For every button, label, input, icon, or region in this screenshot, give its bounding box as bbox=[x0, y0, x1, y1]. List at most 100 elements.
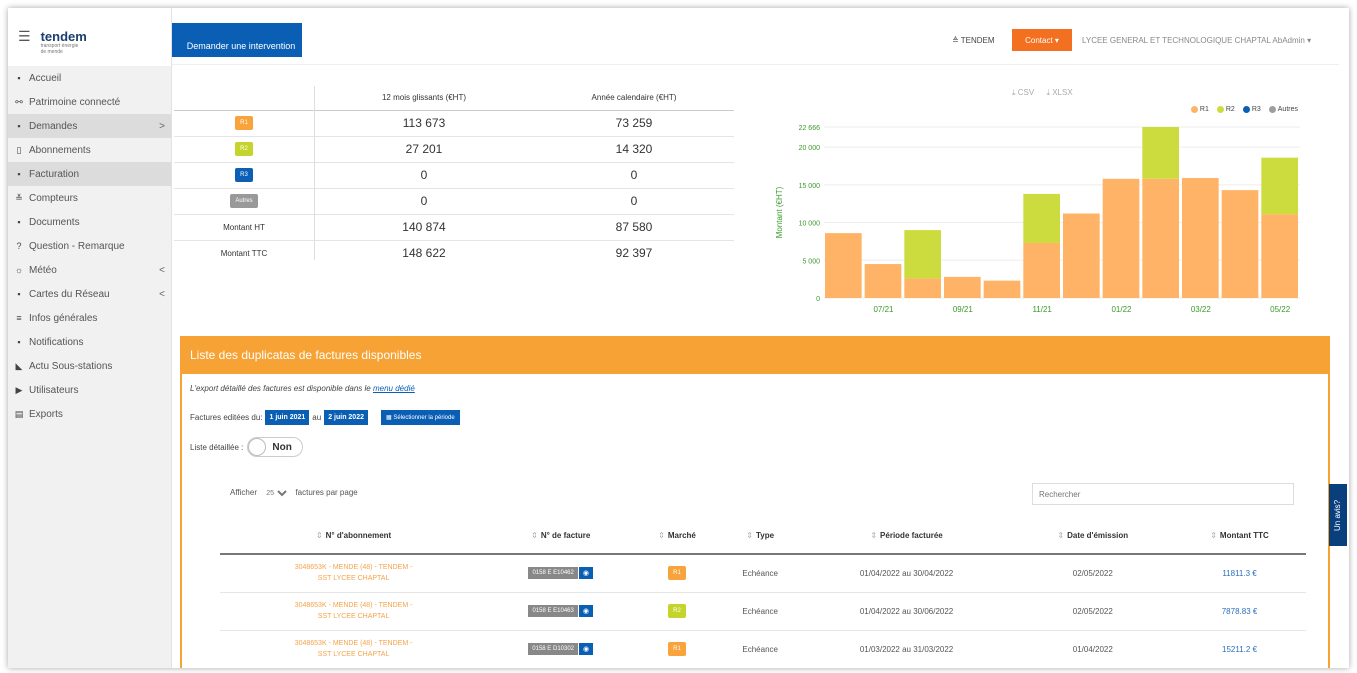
column-header[interactable]: ⇕ Date d'émission bbox=[1012, 518, 1174, 555]
issue-date-cell: 01/04/2022 bbox=[1012, 630, 1174, 668]
y-axis-label: Montant (€HT) bbox=[775, 186, 784, 238]
summary-rolling-value: 148 622 bbox=[402, 246, 446, 261]
column-header[interactable]: ⇕ Type bbox=[719, 518, 801, 555]
summary-row-label: R2 bbox=[174, 136, 314, 163]
amount-cell[interactable]: 11811.3 € bbox=[1173, 554, 1306, 593]
bar-r1 bbox=[1261, 214, 1298, 298]
sidebar-item-label: Notifications bbox=[29, 336, 84, 348]
sidebar-item[interactable]: ? Question - Remarque bbox=[8, 234, 171, 258]
table-row[interactable]: 3048653K - MENDE (48) - TENDEM - SST LYCE… bbox=[220, 630, 1306, 668]
monthly-chart: ⤓ CSV ⤓ XLSX R1 R2 R3 Autres 05 000 10 000 15… bbox=[760, 86, 1302, 318]
bar-r1 bbox=[1182, 178, 1219, 298]
date-from-chip[interactable]: 1 juin 2021 bbox=[265, 410, 310, 425]
sidebar-item-label: Accueil bbox=[29, 72, 62, 84]
sidebar-item[interactable]: ▯ Abonnements bbox=[8, 138, 171, 162]
tendem-link[interactable]: ≜ TENDEM bbox=[952, 36, 995, 45]
subscription-line-2: SST LYCEE CHAPTAL bbox=[317, 651, 390, 658]
view-eye-icon[interactable]: ◉ bbox=[578, 567, 593, 580]
sidebar-item[interactable]: ▪ Accueil bbox=[8, 66, 171, 90]
sidebar-item-label: Infos générales bbox=[29, 312, 98, 324]
logo[interactable]: tendem transport énergie de mende bbox=[41, 30, 87, 55]
summary-row: Montant TTC 148 622 92 397 bbox=[174, 240, 734, 266]
summary-divider bbox=[314, 86, 315, 260]
summary-header-calendar: Année calendaire (€HT) bbox=[534, 86, 734, 111]
column-header[interactable]: ⇕ Marché bbox=[634, 518, 720, 555]
subscription-cell[interactable]: 3048653K - MENDE (48) - TENDEM - SST LYCE… bbox=[220, 592, 488, 631]
sidebar-item-label: Abonnements bbox=[29, 144, 91, 156]
page-size-select[interactable]: 25 bbox=[262, 489, 291, 498]
period-cell: 01/04/2022 au 30/04/2022 bbox=[800, 554, 1013, 593]
sidebar-item[interactable]: ▶ Utilisateurs bbox=[8, 378, 171, 402]
export-note-text: L'export détaillé des factures est dispo… bbox=[190, 384, 371, 393]
subscription-cell[interactable]: 3048653K - MENDE (48) - TENDEM - SST LYCE… bbox=[220, 630, 488, 668]
top-divider bbox=[172, 64, 1339, 65]
user-menu[interactable]: LYCEE GENERAL ET TECHNOLOGIQUE CHAPTAL A… bbox=[1082, 36, 1311, 45]
summary-rolling-value: 0 bbox=[314, 188, 534, 215]
sort-icon: ⇕ bbox=[1057, 531, 1065, 540]
market-cell: R2 bbox=[634, 592, 720, 631]
hamburger-menu-icon[interactable]: ☰ bbox=[18, 29, 31, 43]
issue-date-cell: 02/05/2022 bbox=[1012, 592, 1174, 631]
sidebar-item[interactable]: ☼ Météo < bbox=[8, 258, 171, 282]
invoice-number-cell: 0158 E E10462 ◉ bbox=[487, 554, 635, 593]
sidebar-item[interactable]: ≡ Infos générales bbox=[8, 306, 171, 330]
sidebar-item[interactable]: ▪ Facturation bbox=[8, 162, 171, 186]
sidebar-item[interactable]: ≚ Compteurs bbox=[8, 186, 171, 210]
logo-name: tendem bbox=[40, 29, 87, 44]
sort-icon: ⇕ bbox=[531, 531, 538, 540]
sidebar-item[interactable]: ▪ Cartes du Réseau < bbox=[8, 282, 171, 306]
contact-button[interactable]: Contact ▾ bbox=[1012, 29, 1072, 51]
view-eye-icon[interactable]: ◉ bbox=[578, 605, 593, 617]
summary-row-label: R3 bbox=[174, 162, 314, 189]
y-tick-label: 22 666 bbox=[799, 125, 821, 132]
column-header[interactable]: ⇕ N° de facture bbox=[487, 518, 635, 555]
news-icon: ◣ bbox=[15, 360, 23, 371]
date-to-chip[interactable]: 2 juin 2022 bbox=[324, 410, 368, 425]
sidebar-item[interactable]: ▪ Demandes > bbox=[8, 114, 171, 138]
market-cell: R1 bbox=[634, 554, 720, 593]
info-icon: ≡ bbox=[16, 313, 22, 323]
table-row[interactable]: 3048653K - MENDE (48) - TENDEM - SST LYCE… bbox=[220, 554, 1306, 593]
search-input[interactable] bbox=[1032, 483, 1294, 505]
bar-r1 bbox=[983, 280, 1021, 298]
y-tick-label: 15 000 bbox=[799, 183, 821, 190]
x-tick-label: 11/21 bbox=[1032, 305, 1052, 314]
market-badge: R2 bbox=[235, 142, 253, 156]
amount-cell[interactable]: 15211.2 € bbox=[1173, 630, 1306, 668]
sidebar-item[interactable]: ▤ Exports bbox=[8, 402, 171, 426]
market-badge: R1 bbox=[235, 116, 253, 130]
summary-row: Autres 0 0 bbox=[174, 188, 734, 215]
column-header[interactable]: ⇕ Période facturée bbox=[800, 518, 1013, 555]
summary-calendar-value: 87 580 bbox=[534, 214, 734, 241]
sidebar-item[interactable]: ▪ Notifications bbox=[8, 330, 171, 354]
sidebar-item[interactable]: ⚯ Patrimoine connecté bbox=[8, 90, 171, 114]
column-header-label: N° d'abonnement bbox=[325, 531, 392, 540]
summary-row-label: Autres bbox=[174, 188, 314, 215]
summary-calendar-value: 0 bbox=[534, 188, 734, 215]
app-window: ☰ tendem transport énergie de mende ▪ Acc… bbox=[8, 8, 1349, 668]
bar-r1 bbox=[1063, 213, 1100, 298]
request-intervention-button[interactable]: Demander une intervention bbox=[172, 23, 302, 57]
column-header-label: Marché bbox=[667, 531, 696, 540]
select-period-button[interactable]: ▦ Sélectionner la période bbox=[380, 410, 460, 425]
column-header[interactable]: ⇕ N° d'abonnement bbox=[220, 518, 488, 555]
table-row[interactable]: 3048653K - MENDE (48) - TENDEM - SST LYCE… bbox=[220, 592, 1306, 631]
market-badge: R1 bbox=[668, 642, 687, 656]
sidebar-item-label: Question - Remarque bbox=[29, 240, 125, 252]
detailed-list-row: Liste détaillée : Non bbox=[190, 437, 304, 457]
market-badge: Autres bbox=[230, 194, 258, 208]
amount-cell[interactable]: 7878.83 € bbox=[1173, 592, 1306, 631]
detailed-list-toggle[interactable]: Non bbox=[247, 437, 304, 457]
type-cell: Echéance bbox=[719, 554, 801, 593]
y-tick-label: 5 000 bbox=[802, 258, 820, 265]
feedback-tab[interactable]: Un avis? bbox=[1329, 484, 1347, 546]
dedicated-menu-link[interactable]: menu dédié bbox=[373, 384, 415, 393]
bar-r1 bbox=[1102, 178, 1140, 298]
subscription-cell[interactable]: 3048653K - MENDE (48) - TENDEM - SST LYCE… bbox=[220, 554, 488, 593]
sidebar-item[interactable]: ▪ Documents bbox=[8, 210, 171, 234]
sidebar-item[interactable]: ◣ Actu Sous-stations bbox=[8, 354, 171, 378]
column-header[interactable]: ⇕ Montant TTC bbox=[1173, 518, 1306, 555]
chevron-icon: < bbox=[159, 288, 165, 300]
view-eye-icon[interactable]: ◉ bbox=[579, 643, 594, 655]
chevron-icon: < bbox=[159, 264, 165, 276]
